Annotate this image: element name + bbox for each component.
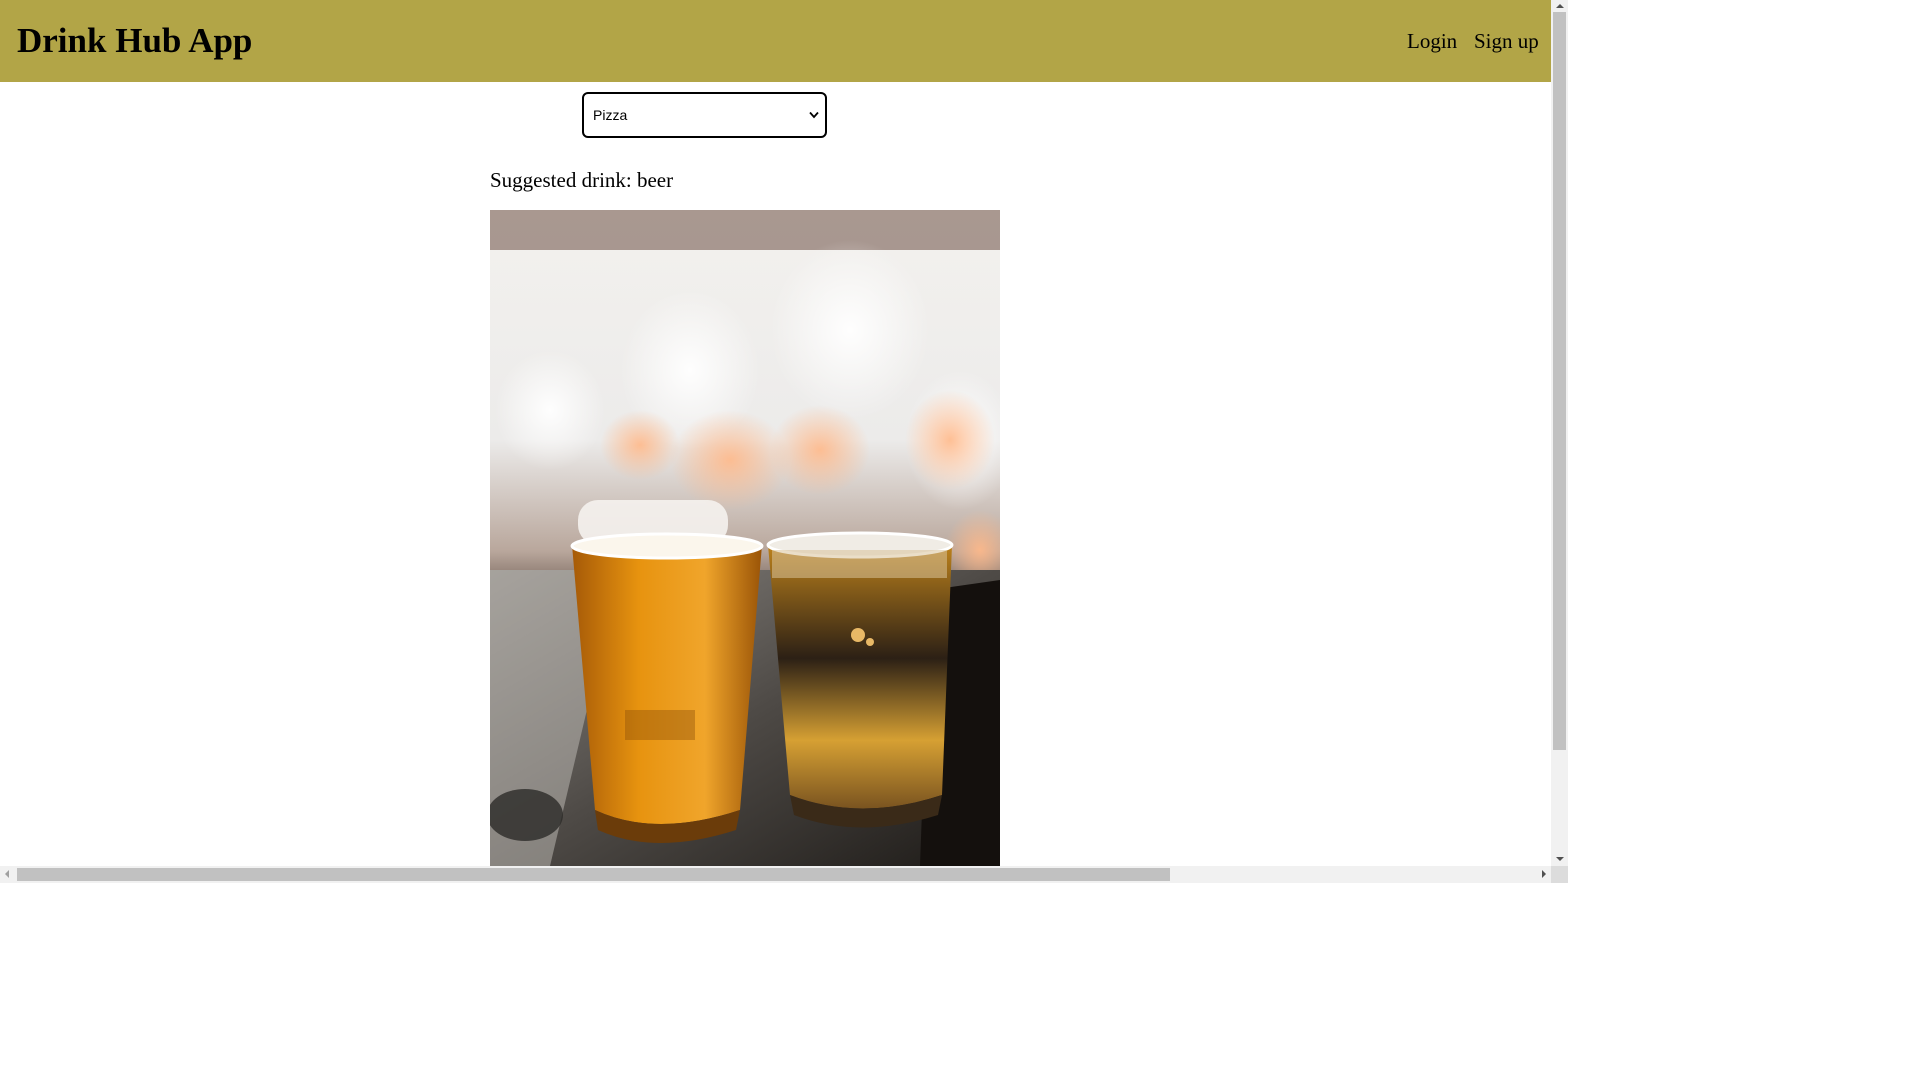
chevron-down-icon xyxy=(809,111,819,119)
app-title[interactable]: Drink Hub App xyxy=(17,20,252,62)
page-viewport: Drink Hub App Login Sign up Pizza Sugges… xyxy=(0,0,1551,866)
scroll-left-arrow-icon[interactable] xyxy=(5,870,9,878)
horizontal-scrollbar[interactable] xyxy=(0,866,1551,883)
scroll-right-arrow-icon[interactable] xyxy=(1542,870,1546,878)
beer-glasses-illustration xyxy=(490,210,1000,866)
vertical-scrollbar[interactable] xyxy=(1551,0,1568,866)
drink-image xyxy=(490,210,1000,866)
food-select-value: Pizza xyxy=(593,107,628,123)
horizontal-scrollbar-thumb[interactable] xyxy=(17,868,1170,881)
vertical-scrollbar-thumb[interactable] xyxy=(1553,12,1566,750)
scroll-up-arrow-icon[interactable] xyxy=(1556,4,1564,8)
scroll-down-arrow-icon[interactable] xyxy=(1556,857,1564,861)
login-link[interactable]: Login xyxy=(1407,28,1457,54)
signup-link[interactable]: Sign up xyxy=(1474,28,1539,54)
suggested-drink-text: Suggested drink: beer xyxy=(490,168,674,192)
top-navbar: Drink Hub App Login Sign up xyxy=(0,0,1551,82)
scrollbar-corner xyxy=(1551,866,1568,883)
food-select-dropdown[interactable]: Pizza xyxy=(582,92,827,138)
